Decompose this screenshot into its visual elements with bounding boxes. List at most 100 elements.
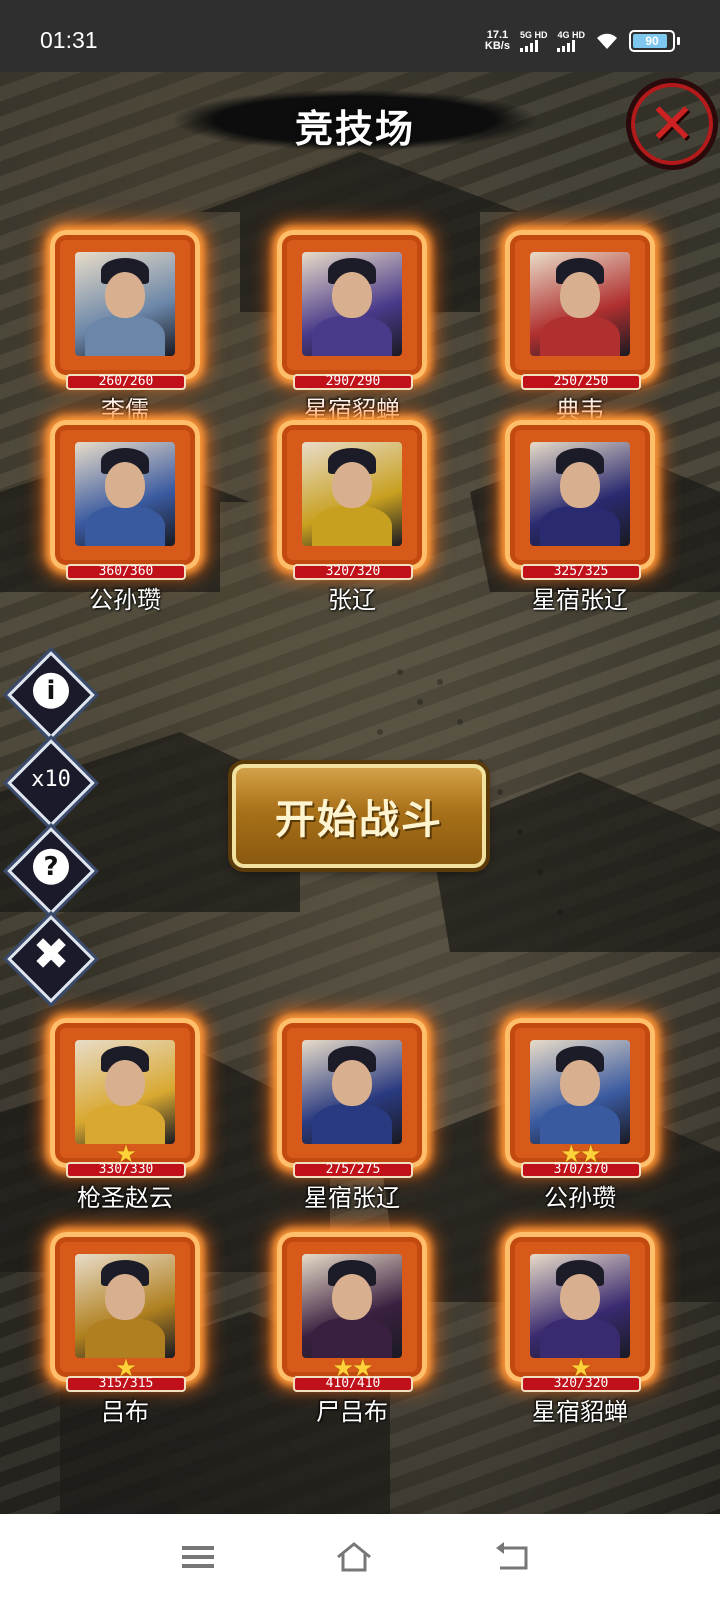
sim1-label: 5G HD (519, 30, 548, 40)
hero-face (105, 272, 145, 318)
title-banner: 竞技场 (175, 90, 535, 151)
hero-portrait (302, 1040, 402, 1144)
hero-portrait (75, 1040, 175, 1144)
enemy-hero-card[interactable]: 325/325 星宿张辽 (505, 420, 655, 620)
hero-armor (540, 316, 620, 356)
hero-frame (50, 230, 200, 380)
hero-frame: ★ (50, 1232, 200, 1382)
player-hero-card[interactable]: ★ 320/320 星宿貂蝉 (505, 1232, 655, 1432)
sim2-signal-icon: 4G HD (557, 30, 585, 52)
hero-hp-bar: 325/325 (521, 564, 641, 580)
hero-armor (540, 1104, 620, 1144)
hero-armor (312, 506, 392, 546)
multiplier-label: x10 (31, 766, 71, 792)
hero-portrait (75, 442, 175, 546)
hero-face (105, 1274, 145, 1320)
battery-level: 90 (645, 34, 659, 48)
hero-armor (85, 1318, 165, 1358)
hero-frame: ★★ (505, 1018, 655, 1168)
sim1-signal-icon: 5G HD (519, 30, 548, 52)
hero-name: 星宿貂蝉 (532, 1398, 628, 1426)
hero-face (105, 462, 145, 508)
hero-armor (540, 1318, 620, 1358)
menu-icon[interactable] (178, 1540, 218, 1574)
arena-scene: 竞技场 ✕ 260/260 李儒 290/290 星宿貂蝉 250/250 典韦… (0, 72, 720, 1514)
hero-frame (277, 420, 427, 570)
hero-name: 张辽 (328, 586, 376, 614)
player-hero-card[interactable]: ★ 330/330 枪圣赵云 (50, 1018, 200, 1218)
hero-face (332, 462, 372, 508)
hero-frame (50, 420, 200, 570)
hero-frame: ★ (50, 1018, 200, 1168)
hero-face (105, 1060, 145, 1106)
cross-icon: ✖ (32, 928, 70, 980)
status-icons: 17.1 KB/s 5G HD 4G HD 90 (485, 30, 680, 52)
status-bar: 01:31 17.1 KB/s 5G HD 4G HD 90 (0, 0, 720, 72)
sim2-label: 4G HD (557, 30, 585, 40)
hero-face (560, 1274, 600, 1320)
hero-hp-bar: 370/370 (521, 1162, 641, 1178)
hero-hp-bar: 410/410 (293, 1376, 413, 1392)
hero-face (560, 1060, 600, 1106)
hero-portrait (530, 442, 630, 546)
hero-hp-bar: 315/315 (66, 1376, 186, 1392)
hero-name: 公孙瓒 (544, 1184, 616, 1212)
back-icon[interactable] (492, 1540, 532, 1574)
hero-armor (85, 316, 165, 356)
hero-portrait (530, 252, 630, 356)
hero-face (332, 1060, 372, 1106)
close-icon[interactable]: ✕ (626, 78, 718, 170)
hero-portrait (530, 1040, 630, 1144)
enemy-hero-card[interactable]: 290/290 星宿貂蝉 (277, 230, 427, 430)
enemy-hero-card[interactable]: 260/260 李儒 (50, 230, 200, 430)
hero-face (332, 272, 372, 318)
hero-armor (85, 506, 165, 546)
battery-icon: 90 (629, 30, 680, 52)
hero-portrait (302, 252, 402, 356)
hero-portrait (302, 442, 402, 546)
hero-frame: ★ (505, 1232, 655, 1382)
hero-name: 枪圣赵云 (77, 1184, 173, 1212)
info-icon: i (33, 672, 69, 709)
hero-hp-bar: 330/330 (66, 1162, 186, 1178)
player-hero-card[interactable]: ★ 315/315 吕布 (50, 1232, 200, 1432)
network-speed: 17.1 KB/s (485, 30, 510, 52)
hero-face (332, 1274, 372, 1320)
hero-face (560, 462, 600, 508)
status-time: 01:31 (40, 27, 98, 53)
player-hero-card[interactable]: ★★ 370/370 公孙瓒 (505, 1018, 655, 1218)
hero-name: 尸吕布 (316, 1398, 388, 1426)
home-icon[interactable] (334, 1540, 374, 1574)
hero-hp-bar: 320/320 (293, 564, 413, 580)
hero-hp-bar: 250/250 (521, 374, 641, 390)
hero-hp-bar: 320/320 (521, 1376, 641, 1392)
hero-armor (312, 316, 392, 356)
hero-hp-bar: 275/275 (293, 1162, 413, 1178)
player-hero-card[interactable]: ★★ 410/410 尸吕布 (277, 1232, 427, 1432)
hero-hp-bar: 260/260 (66, 374, 186, 390)
start-battle-label: 开始战斗 (275, 797, 443, 843)
hero-portrait (75, 1254, 175, 1358)
hero-armor (85, 1104, 165, 1144)
hero-armor (540, 506, 620, 546)
hero-frame (277, 230, 427, 380)
page-title: 竞技场 (294, 107, 415, 151)
enemy-hero-card[interactable]: 320/320 张辽 (277, 420, 427, 620)
hero-face (560, 272, 600, 318)
wifi-icon (597, 33, 617, 49)
player-hero-card[interactable]: 275/275 星宿张辽 (277, 1018, 427, 1218)
hero-armor (312, 1104, 392, 1144)
hero-name: 吕布 (101, 1398, 149, 1426)
hero-hp-bar: 360/360 (66, 564, 186, 580)
start-battle-button[interactable]: 开始战斗 (232, 764, 486, 868)
hero-name: 星宿张辽 (304, 1184, 400, 1212)
hero-portrait (75, 252, 175, 356)
enemy-hero-card[interactable]: 250/250 典韦 (505, 230, 655, 430)
system-nav-bar (0, 1514, 720, 1600)
hero-portrait (302, 1254, 402, 1358)
hero-frame (505, 420, 655, 570)
network-speed-unit: KB/s (484, 40, 510, 52)
enemy-hero-card[interactable]: 360/360 公孙瓒 (50, 420, 200, 620)
hero-hp-bar: 290/290 (293, 374, 413, 390)
hero-portrait (530, 1254, 630, 1358)
